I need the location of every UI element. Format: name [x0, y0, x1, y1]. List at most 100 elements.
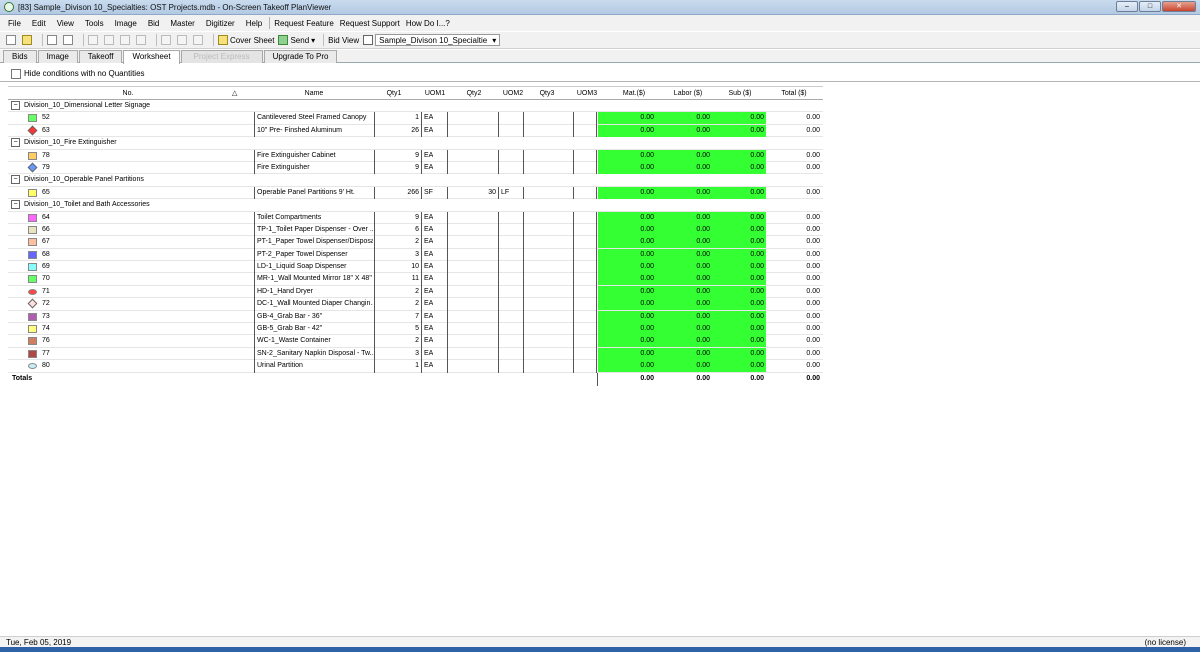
- mat-cell[interactable]: 0.00: [598, 323, 654, 335]
- group-row[interactable]: − Division_10_Operable Panel Partitions: [8, 174, 823, 187]
- table-row[interactable]: 64 Toilet Compartments 9 EA 0.00 0.00 0.00 0.00: [8, 211, 823, 224]
- labor-cell[interactable]: 0.00: [654, 162, 710, 174]
- menu-request-support[interactable]: Request Support: [340, 19, 400, 28]
- menu-file[interactable]: File: [8, 19, 21, 28]
- labor-cell[interactable]: 0.00: [654, 286, 710, 298]
- mat-cell[interactable]: 0.00: [598, 236, 654, 248]
- sub-cell[interactable]: 0.00: [710, 249, 764, 261]
- labor-cell[interactable]: 0.00: [654, 273, 710, 285]
- copy-button[interactable]: [104, 34, 116, 47]
- qty1-cell[interactable]: 3: [374, 348, 419, 360]
- qty1-cell[interactable]: 3: [374, 249, 419, 261]
- open-button[interactable]: [22, 34, 34, 47]
- mat-cell[interactable]: 0.00: [598, 298, 654, 310]
- sub-cell[interactable]: 0.00: [710, 112, 764, 124]
- qty2-cell[interactable]: [454, 348, 496, 360]
- col-header-uom3[interactable]: UOM3: [572, 90, 602, 97]
- paste-special-button[interactable]: [136, 34, 148, 47]
- qty2-cell[interactable]: [454, 112, 496, 124]
- table-row[interactable]: 70 MR-1_Wall Mounted Mirror 18" X 48" 11 EA…: [8, 273, 823, 286]
- table-row[interactable]: 63 10" Pre- Finshed Aluminum 26 EA 0.00 0.00 0…: [8, 124, 823, 138]
- qty1-cell[interactable]: 9: [374, 212, 419, 224]
- qty1-cell[interactable]: 6: [374, 224, 419, 236]
- qty1-cell[interactable]: 266: [374, 187, 419, 199]
- table-row[interactable]: 68 PT-2_Paper Towel Dispenser 3 EA 0.00 0.00 0…: [8, 248, 823, 262]
- qty2-cell[interactable]: [454, 249, 496, 261]
- paste-button[interactable]: [120, 34, 132, 47]
- menu-bid[interactable]: Bid: [148, 19, 160, 28]
- labor-cell[interactable]: 0.00: [654, 348, 710, 360]
- table-row[interactable]: 79 Fire Extinguisher 9 EA 0.00 0.00 0.00 0.00: [8, 161, 823, 175]
- tab-takeoff[interactable]: Takeoff: [78, 50, 123, 63]
- labor-cell[interactable]: 0.00: [654, 224, 710, 236]
- qty2-cell[interactable]: [454, 162, 496, 174]
- labor-cell[interactable]: 0.00: [654, 261, 710, 273]
- mat-cell[interactable]: 0.00: [598, 249, 654, 261]
- undo-button[interactable]: [177, 34, 189, 47]
- collapse-toggle-icon[interactable]: −: [11, 200, 20, 210]
- mat-cell[interactable]: 0.00: [598, 187, 654, 199]
- qty1-cell[interactable]: 5: [374, 323, 419, 335]
- labor-cell[interactable]: 0.00: [654, 187, 710, 199]
- menu-digitizer[interactable]: Digitizer: [206, 19, 235, 28]
- qty1-cell[interactable]: 2: [374, 286, 419, 298]
- bid-select[interactable]: Sample_Divison 10_Specialtie ▾: [363, 34, 501, 47]
- menu-edit[interactable]: Edit: [32, 19, 46, 28]
- qty1-cell[interactable]: 11: [374, 273, 419, 285]
- table-row[interactable]: 66 TP-1_Toilet Paper Dispenser - Over ...…: [8, 223, 823, 237]
- col-header-qty3[interactable]: Qty3: [532, 90, 562, 97]
- qty1-cell[interactable]: 26: [374, 125, 419, 137]
- table-row[interactable]: 72 DC-1_Wall Mounted Diaper Changin... 2 EA…: [8, 298, 823, 311]
- sort-ascending-icon[interactable]: △: [232, 89, 237, 97]
- sub-cell[interactable]: 0.00: [710, 212, 764, 224]
- tab-bids[interactable]: Bids: [3, 50, 37, 63]
- qty1-cell[interactable]: 9: [374, 162, 419, 174]
- cover-sheet-button[interactable]: Cover Sheet: [218, 34, 274, 47]
- labor-cell[interactable]: 0.00: [654, 311, 710, 323]
- mat-cell[interactable]: 0.00: [598, 162, 654, 174]
- col-header-qty1[interactable]: Qty1: [374, 90, 414, 97]
- col-header-uom2[interactable]: UOM2: [498, 90, 528, 97]
- qty2-cell[interactable]: [454, 286, 496, 298]
- sub-cell[interactable]: 0.00: [710, 360, 764, 372]
- labor-cell[interactable]: 0.00: [654, 323, 710, 335]
- menu-how-do-i[interactable]: How Do I...?: [406, 19, 450, 28]
- mat-cell[interactable]: 0.00: [598, 125, 654, 137]
- cut-button[interactable]: [88, 34, 100, 47]
- qty1-cell[interactable]: 2: [374, 335, 419, 347]
- print-preview-button[interactable]: [63, 34, 75, 47]
- sub-cell[interactable]: 0.00: [710, 298, 764, 310]
- tab-project-express[interactable]: Project Express: [180, 50, 263, 63]
- table-row[interactable]: 73 GB-4_Grab Bar - 36" 7 EA 0.00 0.00 0.00 0.00: [8, 310, 823, 324]
- new-button[interactable]: [6, 34, 18, 47]
- qty2-cell[interactable]: [454, 125, 496, 137]
- labor-cell[interactable]: 0.00: [654, 360, 710, 372]
- mat-cell[interactable]: 0.00: [598, 224, 654, 236]
- labor-cell[interactable]: 0.00: [654, 335, 710, 347]
- group-row[interactable]: − Division_10_Dimensional Letter Signage: [8, 100, 823, 113]
- col-header-uom1[interactable]: UOM1: [420, 90, 450, 97]
- sub-cell[interactable]: 0.00: [710, 286, 764, 298]
- sub-cell[interactable]: 0.00: [710, 273, 764, 285]
- group-row[interactable]: − Division_10_Fire Extinguisher: [8, 137, 823, 150]
- qty2-cell[interactable]: [454, 236, 496, 248]
- qty2-cell[interactable]: [454, 335, 496, 347]
- table-row[interactable]: 78 Fire Extinguisher Cabinet 9 EA 0.00 0.00 0.…: [8, 149, 823, 162]
- sub-cell[interactable]: 0.00: [710, 323, 764, 335]
- mat-cell[interactable]: 0.00: [598, 112, 654, 124]
- mat-cell[interactable]: 0.00: [598, 360, 654, 372]
- collapse-toggle-icon[interactable]: −: [11, 175, 20, 185]
- bid-select-box[interactable]: Sample_Divison 10_Specialtie ▾: [375, 34, 501, 46]
- mat-cell[interactable]: 0.00: [598, 335, 654, 347]
- mat-cell[interactable]: 0.00: [598, 311, 654, 323]
- qty2-cell[interactable]: [454, 311, 496, 323]
- qty1-cell[interactable]: 7: [374, 311, 419, 323]
- table-row[interactable]: 67 PT-1_Paper Towel Dispenser/Disposal 2 EA…: [8, 236, 823, 249]
- sub-cell[interactable]: 0.00: [710, 348, 764, 360]
- delete-button[interactable]: [161, 34, 173, 47]
- sub-cell[interactable]: 0.00: [710, 125, 764, 137]
- tab-worksheet[interactable]: Worksheet: [123, 50, 180, 64]
- labor-cell[interactable]: 0.00: [654, 236, 710, 248]
- table-row[interactable]: 65 Operable Panel Partitions 9' Ht. 266 SF 3…: [8, 186, 823, 200]
- qty1-cell[interactable]: 9: [374, 150, 419, 162]
